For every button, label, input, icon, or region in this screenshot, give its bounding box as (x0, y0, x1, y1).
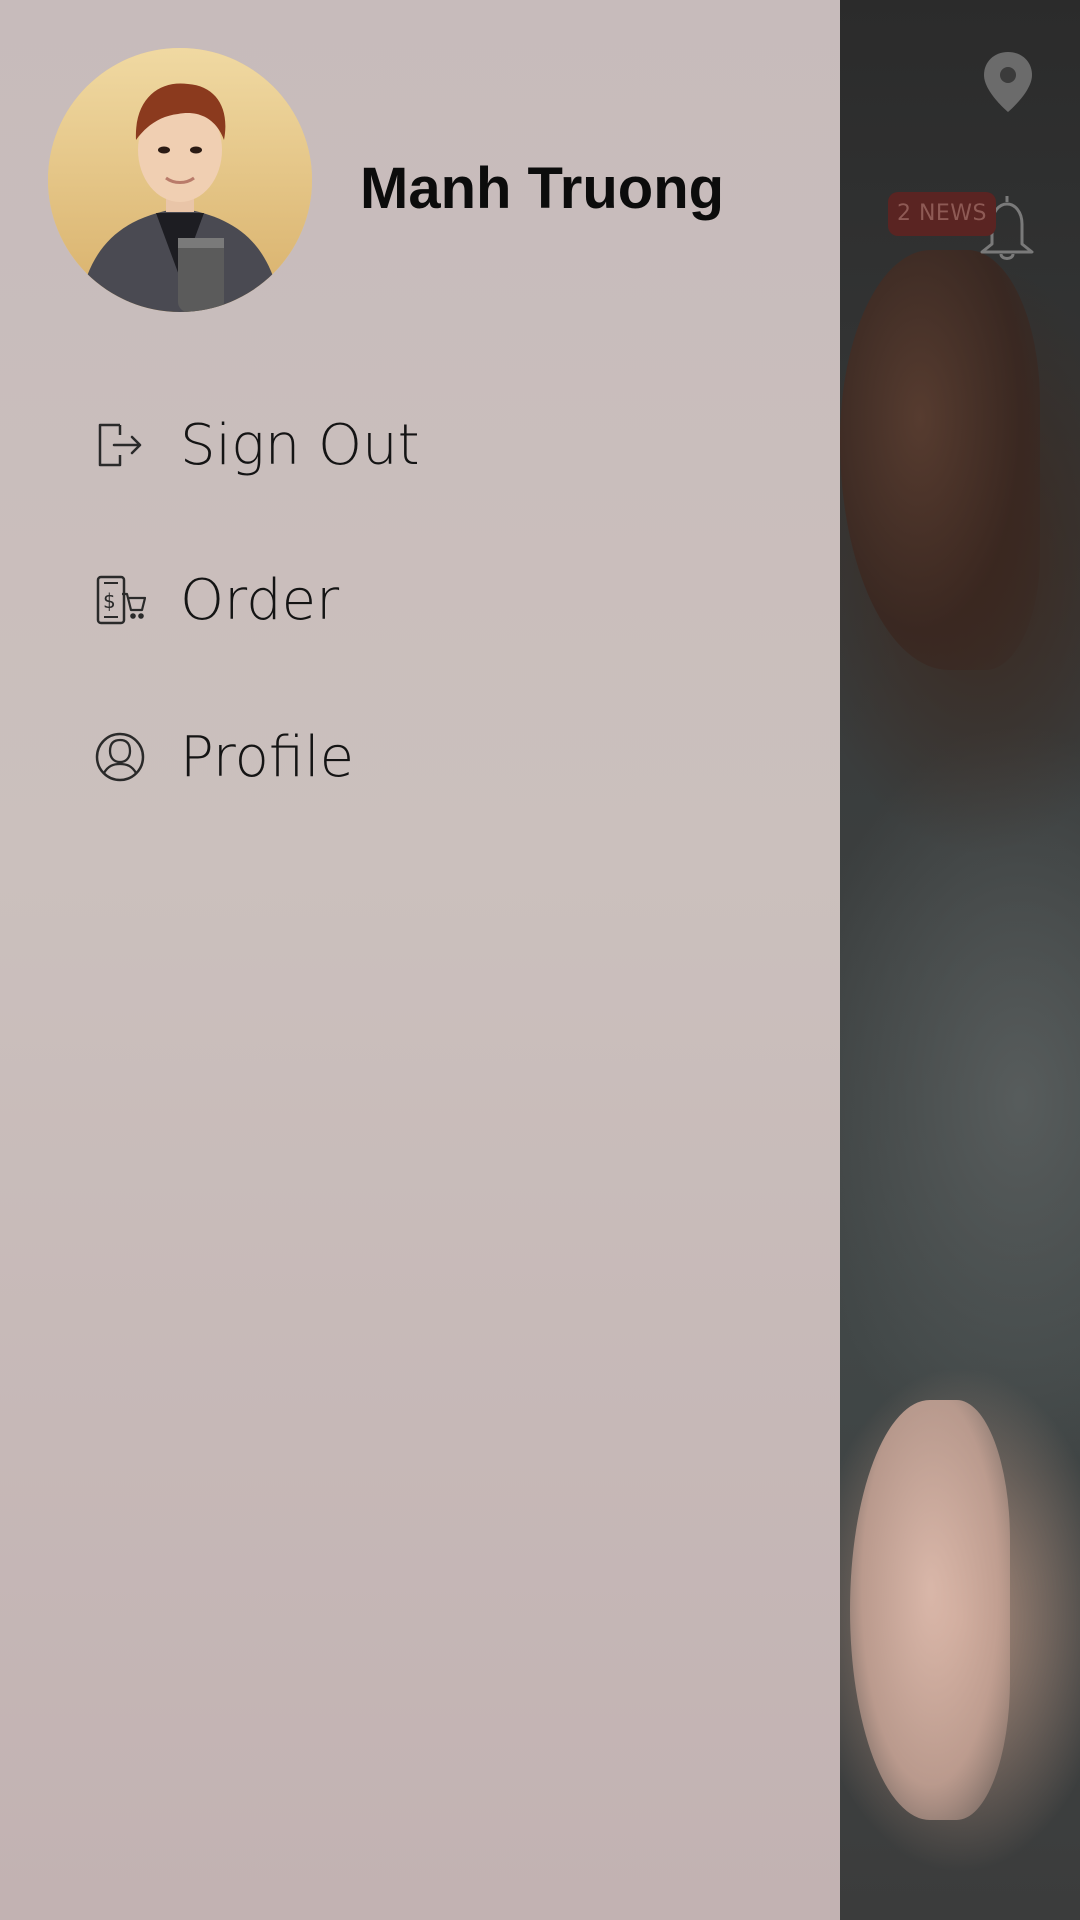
menu-item-label: Sign Out (180, 412, 420, 478)
profile-icon (95, 732, 145, 782)
menu-item-order[interactable]: $ Order (0, 540, 840, 660)
sign-out-icon (98, 423, 142, 467)
background-hair (840, 250, 1040, 670)
background-hand (850, 1400, 1010, 1820)
avatar[interactable] (48, 48, 312, 312)
news-badge[interactable]: 2 NEWS (888, 192, 996, 236)
app-screen: 2 NEWS Manh Truong Sign Out $ Order Prof… (0, 0, 1080, 1920)
menu-item-sign-out[interactable]: Sign Out (0, 385, 840, 505)
location-pin-icon[interactable] (980, 50, 1036, 114)
user-name: Manh Truong (360, 156, 725, 221)
svg-text:$: $ (103, 589, 116, 613)
avatar-image (48, 48, 312, 312)
menu-item-label: Profile (180, 724, 355, 790)
menu-item-profile[interactable]: Profile (0, 697, 840, 817)
navigation-drawer: Manh Truong Sign Out $ Order Profile (0, 0, 840, 1920)
menu-item-label: Order (180, 567, 340, 633)
order-cart-icon: $ (96, 575, 146, 625)
